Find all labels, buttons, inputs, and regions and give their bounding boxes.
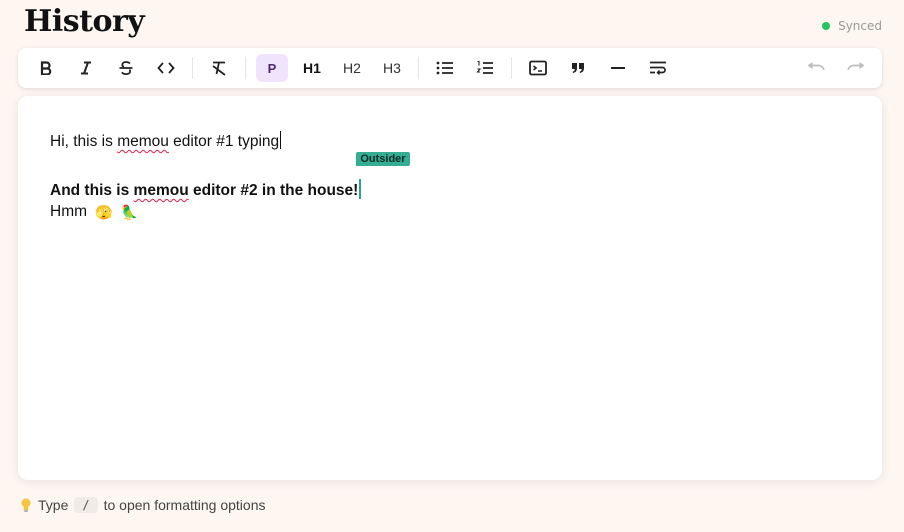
line-3-text: Hmm bbox=[50, 203, 88, 220]
line-1-text-start: Hi, this is bbox=[50, 133, 118, 150]
toolbar-divider bbox=[511, 57, 512, 79]
undo-button[interactable] bbox=[800, 54, 832, 82]
horizontal-rule-icon bbox=[611, 67, 625, 69]
sync-status-label: Synced bbox=[838, 19, 882, 33]
ordered-list-button[interactable] bbox=[469, 54, 501, 82]
heading-3-button[interactable]: H3 bbox=[376, 54, 408, 82]
slash-key: / bbox=[74, 497, 98, 513]
heading-1-button[interactable]: H1 bbox=[296, 54, 328, 82]
blockquote-button[interactable] bbox=[562, 54, 594, 82]
horizontal-rule-button[interactable] bbox=[602, 54, 634, 82]
sync-status: Synced bbox=[822, 19, 882, 33]
strikethrough-icon bbox=[119, 61, 133, 76]
line-1-text-end: editor #1 typing bbox=[168, 133, 280, 150]
redo-button[interactable] bbox=[840, 54, 872, 82]
bullet-list-icon bbox=[436, 61, 453, 75]
heading-2-button[interactable]: H2 bbox=[336, 54, 368, 82]
italic-icon bbox=[81, 61, 91, 75]
strikethrough-button[interactable] bbox=[110, 54, 142, 82]
bold-icon bbox=[40, 61, 52, 75]
toolbar-divider bbox=[418, 57, 419, 79]
hard-break-button[interactable] bbox=[642, 54, 674, 82]
line-2-text-end: editor #2 in the house! bbox=[188, 182, 359, 199]
quote-icon bbox=[572, 63, 584, 73]
editor-area[interactable]: Hi, this is memou editor #1 typing And t… bbox=[18, 96, 882, 480]
hint-text-start: Type bbox=[38, 497, 69, 513]
sync-status-dot bbox=[822, 22, 831, 30]
collaborator-caret bbox=[359, 179, 362, 199]
editor-line-2[interactable]: And this is memou editor #2 in the house… bbox=[50, 152, 410, 200]
toolbar-divider bbox=[245, 57, 246, 79]
paragraph-button[interactable]: P bbox=[256, 54, 288, 82]
parrot-emoji: 🦜 bbox=[120, 203, 138, 220]
local-cursor bbox=[280, 131, 282, 149]
peeking-face-emoji: 🫣 bbox=[95, 203, 113, 220]
clear-format-button[interactable] bbox=[203, 54, 235, 82]
misspelled-word: memou bbox=[133, 182, 189, 199]
ordered-list-icon bbox=[476, 60, 493, 74]
collaborator-label: Outsider bbox=[356, 152, 410, 166]
misspelled-word: memou bbox=[117, 133, 169, 150]
lightbulb-icon bbox=[21, 498, 31, 512]
redo-icon bbox=[847, 62, 865, 71]
bullet-list-button[interactable] bbox=[429, 54, 461, 82]
italic-button[interactable] bbox=[70, 54, 102, 82]
clear-format-icon bbox=[212, 61, 226, 76]
formatting-toolbar: P H1 H2 H3 bbox=[18, 48, 882, 88]
bold-button[interactable] bbox=[30, 54, 62, 82]
line-2-text-start: And this is bbox=[50, 182, 134, 199]
collaborator-cursor: Outsider bbox=[356, 152, 410, 200]
hard-break-icon bbox=[650, 61, 666, 76]
inline-code-button[interactable] bbox=[150, 54, 182, 82]
page-title: History bbox=[24, 4, 145, 39]
code-block-button[interactable] bbox=[522, 54, 554, 82]
code-icon bbox=[157, 62, 175, 74]
undo-icon bbox=[807, 62, 825, 71]
toolbar-divider bbox=[192, 57, 193, 79]
history-controls bbox=[796, 54, 876, 82]
editor-line-1[interactable]: Hi, this is memou editor #1 typing bbox=[50, 131, 282, 151]
editor-line-3[interactable]: Hmm 🫣 🦜 bbox=[50, 203, 138, 221]
code-block-icon bbox=[529, 60, 547, 76]
hint-text-end: to open formatting options bbox=[103, 497, 266, 513]
formatting-hint: Type / to open formatting options bbox=[20, 497, 265, 513]
